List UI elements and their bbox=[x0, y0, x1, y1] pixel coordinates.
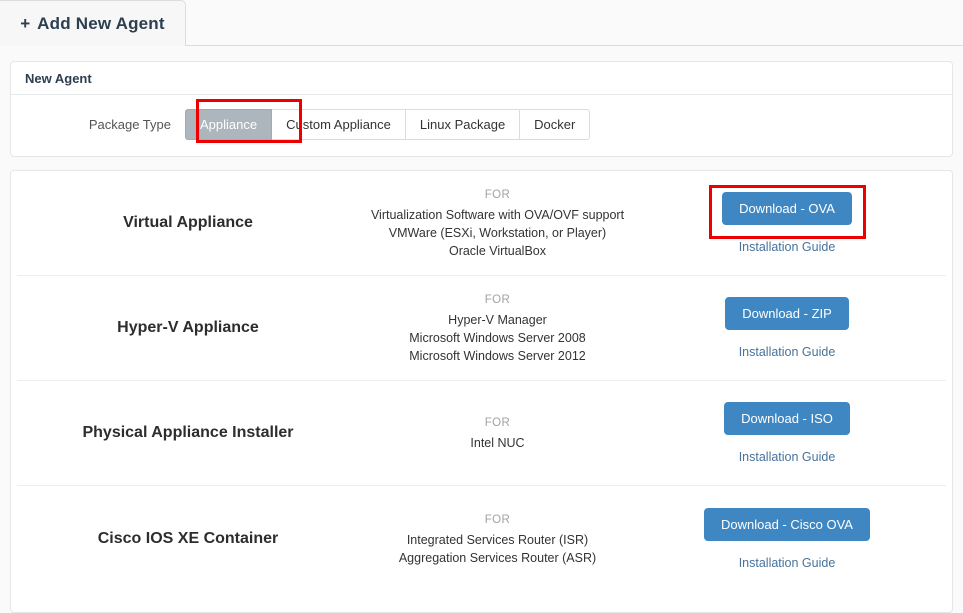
package-for-line: Integrated Services Router (ISR) bbox=[345, 531, 650, 549]
package-type-row: Package Type Appliance Custom Appliance … bbox=[11, 95, 952, 156]
package-list-panel: Virtual Appliance FOR Virtualization Sof… bbox=[10, 170, 953, 613]
table-row: Physical Appliance Installer FOR Intel N… bbox=[17, 381, 946, 486]
panel-title: New Agent bbox=[11, 62, 952, 95]
package-for-line: Microsoft Windows Server 2008 bbox=[345, 329, 650, 347]
installation-guide-link[interactable]: Installation Guide bbox=[650, 240, 924, 254]
package-for-line: Hyper-V Manager bbox=[345, 311, 650, 329]
download-cisco-ova-button[interactable]: Download - Cisco OVA bbox=[704, 508, 870, 541]
package-name: Cisco IOS XE Container bbox=[25, 530, 345, 548]
for-label: FOR bbox=[345, 291, 650, 309]
tab-add-new-agent[interactable]: + Add New Agent bbox=[0, 0, 186, 46]
table-row: Virtual Appliance FOR Virtualization Sof… bbox=[17, 171, 946, 276]
tab-label: Add New Agent bbox=[37, 14, 165, 34]
package-actions: Download - Cisco OVA Installation Guide bbox=[650, 508, 938, 570]
new-agent-panel: New Agent Package Type Appliance Custom … bbox=[10, 61, 953, 157]
package-description: FOR Hyper-V Manager Microsoft Windows Se… bbox=[345, 291, 650, 365]
package-actions: Download - OVA Installation Guide bbox=[650, 192, 938, 254]
package-name: Hyper-V Appliance bbox=[25, 319, 345, 337]
package-name: Physical Appliance Installer bbox=[25, 424, 345, 442]
package-for-line: Intel NUC bbox=[345, 434, 650, 452]
package-for-line: Aggregation Services Router (ASR) bbox=[345, 549, 650, 567]
package-name: Virtual Appliance bbox=[25, 214, 345, 232]
for-label: FOR bbox=[345, 186, 650, 204]
page-content: New Agent Package Type Appliance Custom … bbox=[0, 61, 963, 609]
installation-guide-link[interactable]: Installation Guide bbox=[650, 450, 924, 464]
package-type-option-linux-package[interactable]: Linux Package bbox=[406, 109, 520, 140]
download-ova-button[interactable]: Download - OVA bbox=[722, 192, 852, 225]
for-label: FOR bbox=[345, 414, 650, 432]
package-actions: Download - ISO Installation Guide bbox=[650, 402, 938, 464]
package-type-button-group: Appliance Custom Appliance Linux Package… bbox=[185, 109, 590, 140]
package-for-line: Virtualization Software with OVA/OVF sup… bbox=[345, 206, 650, 224]
table-row: Cisco IOS XE Container FOR Integrated Se… bbox=[17, 486, 946, 591]
package-type-option-docker[interactable]: Docker bbox=[520, 109, 590, 140]
installation-guide-link[interactable]: Installation Guide bbox=[650, 345, 924, 359]
package-actions: Download - ZIP Installation Guide bbox=[650, 297, 938, 359]
package-description: FOR Virtualization Software with OVA/OVF… bbox=[345, 186, 650, 260]
installation-guide-link[interactable]: Installation Guide bbox=[650, 556, 924, 570]
for-label: FOR bbox=[345, 511, 650, 529]
package-for-line: Oracle VirtualBox bbox=[345, 242, 650, 260]
tab-strip: + Add New Agent bbox=[0, 0, 963, 46]
download-iso-button[interactable]: Download - ISO bbox=[724, 402, 850, 435]
package-type-option-appliance[interactable]: Appliance bbox=[185, 109, 272, 140]
plus-icon: + bbox=[20, 14, 30, 34]
package-for-line: Microsoft Windows Server 2012 bbox=[345, 347, 650, 365]
table-row: Hyper-V Appliance FOR Hyper-V Manager Mi… bbox=[17, 276, 946, 381]
package-type-option-custom-appliance[interactable]: Custom Appliance bbox=[272, 109, 406, 140]
download-zip-button[interactable]: Download - ZIP bbox=[725, 297, 849, 330]
package-description: FOR Intel NUC bbox=[345, 414, 650, 452]
tab-strip-divider bbox=[186, 45, 963, 46]
package-type-label: Package Type bbox=[25, 117, 185, 132]
package-description: FOR Integrated Services Router (ISR) Agg… bbox=[345, 511, 650, 567]
package-for-line: VMWare (ESXi, Workstation, or Player) bbox=[345, 224, 650, 242]
